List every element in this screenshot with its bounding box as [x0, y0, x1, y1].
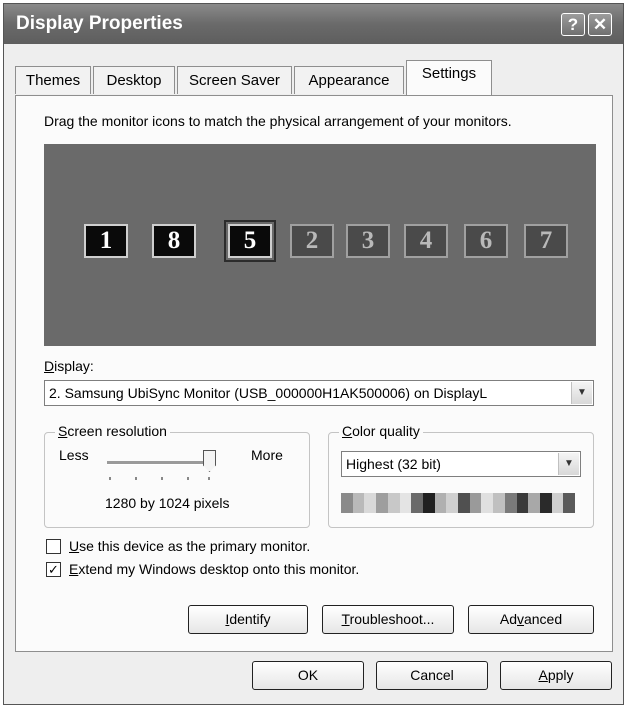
- advanced-label-rest: anced: [523, 611, 563, 627]
- help-button[interactable]: ?: [561, 13, 585, 36]
- display-label: Display:: [44, 358, 94, 374]
- resolution-less-label: Less: [59, 447, 89, 463]
- cancel-button[interactable]: Cancel: [376, 661, 488, 690]
- monitor-arrangement-area[interactable]: 1 8 5 2 3 4 6 7: [44, 144, 596, 346]
- resolution-value: 1280 by 1024 pixels: [105, 495, 230, 511]
- tab-themes[interactable]: Themes: [15, 66, 91, 94]
- screen-resolution-hotkey: S: [58, 423, 68, 439]
- extend-desktop-checkbox[interactable]: ✓: [46, 562, 61, 577]
- screen-resolution-title-rest: creen resolution: [67, 423, 167, 439]
- tab-desktop[interactable]: Desktop: [93, 66, 175, 94]
- monitor-icon-5[interactable]: 5: [224, 220, 276, 262]
- window-title: Display Properties: [16, 13, 183, 34]
- troubleshoot-label-rest: roubleshoot...: [349, 611, 435, 627]
- title-bar[interactable]: Display Properties ? ✕: [4, 4, 623, 44]
- monitor-icon-6[interactable]: 6: [464, 224, 508, 258]
- resolution-more-label: More: [251, 447, 283, 463]
- advanced-hotkey: v: [516, 611, 524, 627]
- display-label-hotkey: D: [44, 358, 55, 374]
- slider-tick: [187, 477, 189, 480]
- apply-button[interactable]: Apply: [500, 661, 612, 690]
- ok-button[interactable]: OK: [252, 661, 364, 690]
- monitor-icon-7[interactable]: 7: [524, 224, 568, 258]
- extend-desktop-label-rest: xtend my Windows desktop onto this monit…: [78, 561, 360, 577]
- color-quality-title-rest: olor quality: [352, 423, 420, 439]
- extend-desktop-label[interactable]: Extend my Windows desktop onto this moni…: [69, 561, 359, 577]
- screen-resolution-group: Screen resolution Less More 1280 by 1024…: [44, 423, 310, 528]
- display-select[interactable]: 2. Samsung UbiSync Monitor (USB_000000H1…: [44, 380, 594, 406]
- slider-tick: [208, 477, 210, 480]
- primary-monitor-label[interactable]: Use this device as the primary monitor.: [69, 538, 310, 554]
- monitor-icon-1[interactable]: 1: [84, 224, 128, 258]
- advanced-button[interactable]: Advanced: [468, 605, 594, 634]
- monitor-icon-2[interactable]: 2: [290, 224, 334, 258]
- primary-monitor-checkbox[interactable]: [46, 539, 61, 554]
- extend-desktop-hotkey: E: [69, 561, 79, 577]
- tab-screen-saver[interactable]: Screen Saver: [177, 66, 292, 94]
- color-quality-title: Color quality: [339, 423, 423, 439]
- chevron-down-icon[interactable]: ▼: [571, 382, 592, 404]
- primary-monitor-hotkey: U: [69, 538, 80, 554]
- monitor-icon-4[interactable]: 4: [404, 224, 448, 258]
- display-select-value: 2. Samsung UbiSync Monitor (USB_000000H1…: [49, 385, 488, 401]
- troubleshoot-hotkey: T: [341, 611, 350, 627]
- slider-tick: [161, 477, 163, 480]
- chevron-down-icon[interactable]: ▼: [558, 453, 579, 475]
- screen-resolution-title: Screen resolution: [55, 423, 170, 439]
- color-preview-bar: [341, 493, 576, 513]
- display-label-rest: isplay:: [54, 358, 94, 374]
- slider-tick: [135, 477, 137, 480]
- monitor-icon-8[interactable]: 8: [152, 224, 196, 258]
- advanced-label-before: Ad: [499, 611, 517, 627]
- color-quality-hotkey: C: [342, 423, 353, 439]
- arrangement-instruction: Drag the monitor icons to match the phys…: [44, 113, 512, 129]
- resolution-slider-track[interactable]: [107, 461, 211, 465]
- display-properties-window: Display Properties ? ✕ Themes Desktop Sc…: [3, 3, 624, 705]
- apply-hotkey: A: [538, 667, 548, 683]
- color-quality-group: Color quality Highest (32 bit) ▼: [328, 423, 594, 528]
- troubleshoot-button[interactable]: Troubleshoot...: [322, 605, 454, 634]
- color-quality-value: Highest (32 bit): [346, 456, 441, 472]
- settings-panel: Drag the monitor icons to match the phys…: [15, 95, 613, 652]
- identify-label-rest: dentify: [229, 611, 271, 627]
- color-quality-select[interactable]: Highest (32 bit) ▼: [341, 451, 581, 477]
- primary-monitor-label-rest: se this device as the primary monitor.: [79, 538, 311, 554]
- tab-appearance[interactable]: Appearance: [294, 66, 404, 94]
- slider-tick: [109, 477, 111, 480]
- tab-settings[interactable]: Settings: [406, 60, 492, 95]
- close-button[interactable]: ✕: [588, 13, 612, 36]
- resolution-slider-thumb[interactable]: [203, 450, 216, 472]
- apply-label-rest: pply: [547, 667, 574, 683]
- monitor-icon-3[interactable]: 3: [346, 224, 390, 258]
- identify-button[interactable]: Identify: [188, 605, 308, 634]
